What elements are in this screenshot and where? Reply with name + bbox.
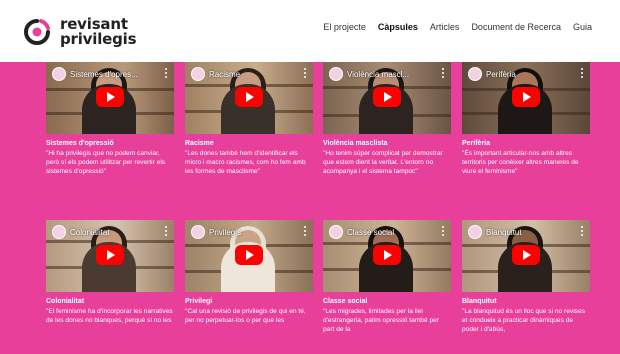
play-button-icon[interactable] bbox=[235, 245, 263, 265]
play-button-icon[interactable] bbox=[235, 87, 263, 107]
more-options-icon[interactable] bbox=[165, 226, 168, 236]
nav-link-guia[interactable]: Guia bbox=[573, 22, 592, 32]
video-thumbnail[interactable]: Racisme bbox=[185, 62, 313, 134]
site-header: revisant privilegis El projecte Càpsules… bbox=[0, 0, 620, 62]
capsule-quote: "Ho tenim súper complicat per demostrar … bbox=[323, 150, 443, 175]
nav-link-capsules[interactable]: Càpsules bbox=[378, 22, 418, 32]
channel-avatar-icon bbox=[191, 225, 205, 239]
capsule-title: Privilegi bbox=[185, 298, 213, 305]
video-title: Classe social bbox=[347, 228, 395, 237]
logo-text: revisant privilegis bbox=[60, 17, 137, 48]
nav-link-document-de-recerca[interactable]: Document de Recerca bbox=[471, 22, 561, 32]
play-button-icon[interactable] bbox=[512, 87, 540, 107]
capsule-quote: "És important articular-nos amb altres t… bbox=[462, 150, 579, 175]
video-title: Privilegis bbox=[209, 228, 242, 237]
play-button-icon[interactable] bbox=[96, 87, 124, 107]
channel-avatar-icon bbox=[468, 225, 482, 239]
video-thumbnail[interactable]: Classe social bbox=[323, 220, 451, 292]
more-options-icon[interactable] bbox=[304, 226, 307, 236]
more-options-icon[interactable] bbox=[165, 68, 168, 78]
capsule-quote: "Les migrades, limitades per la llei d'e… bbox=[323, 308, 439, 333]
more-options-icon[interactable] bbox=[442, 68, 445, 78]
more-options-icon[interactable] bbox=[581, 226, 584, 236]
play-button-icon[interactable] bbox=[512, 245, 540, 265]
video-thumbnail[interactable]: Blanquitut bbox=[462, 220, 590, 292]
nav-link-articles[interactable]: Articles bbox=[430, 22, 460, 32]
capsule-title: Colonialitat bbox=[46, 298, 85, 305]
channel-avatar-icon bbox=[329, 225, 343, 239]
nav-link-el-projecte[interactable]: El projecte bbox=[323, 22, 366, 32]
video-title: Violència mascl... bbox=[347, 70, 410, 79]
channel-avatar-icon bbox=[191, 67, 205, 81]
video-thumbnail[interactable]: Colonialitat bbox=[46, 220, 174, 292]
capsule-quote: "Hi ha privilegis que no podem canviar, … bbox=[46, 150, 166, 175]
channel-avatar-icon bbox=[52, 225, 66, 239]
play-button-icon[interactable] bbox=[96, 245, 124, 265]
capsule-title: Sistemes d'opressió bbox=[46, 140, 114, 147]
more-options-icon[interactable] bbox=[442, 226, 445, 236]
more-options-icon[interactable] bbox=[304, 68, 307, 78]
play-button-icon[interactable] bbox=[373, 87, 401, 107]
video-thumbnail[interactable]: Violència mascl... bbox=[323, 62, 451, 134]
video-title: Colonialitat bbox=[70, 228, 110, 237]
capsule-quote: "Cal una revisió de privilegis de qui en… bbox=[185, 308, 306, 324]
capsule-quote: "Les dones també hem d'identificar els m… bbox=[185, 150, 306, 175]
more-options-icon[interactable] bbox=[581, 68, 584, 78]
video-title: Racisme bbox=[209, 70, 241, 79]
capsule-title: Racisme bbox=[185, 140, 214, 147]
video-thumbnail[interactable]: Perifèria bbox=[462, 62, 590, 134]
video-title: Perifèria bbox=[486, 70, 516, 79]
video-title: Blanquitut bbox=[486, 228, 522, 237]
video-thumbnail[interactable]: Privilegis bbox=[185, 220, 313, 292]
channel-avatar-icon bbox=[329, 67, 343, 81]
capsule-title: Perifèria bbox=[462, 140, 491, 147]
site-logo[interactable]: revisant privilegis bbox=[22, 14, 137, 50]
logo-mark-icon bbox=[22, 17, 52, 47]
capsule-quote: "El feminisme ha d'incorporar les narrat… bbox=[46, 308, 173, 324]
channel-avatar-icon bbox=[468, 67, 482, 81]
video-thumbnail[interactable]: Sistemes d'opres... bbox=[46, 62, 174, 134]
channel-avatar-icon bbox=[52, 67, 66, 81]
video-title: Sistemes d'opres... bbox=[70, 70, 138, 79]
capsule-title: Classe social bbox=[323, 298, 368, 305]
capsule-title: Violència masclista bbox=[323, 140, 388, 147]
main-nav: El projecte Càpsules Articles Document d… bbox=[323, 22, 592, 32]
logo-line-2: privilegis bbox=[60, 30, 137, 48]
capsule-quote: "La blanquitud és un lloc que si no revi… bbox=[462, 308, 585, 333]
capsule-title: Blanquitut bbox=[462, 298, 497, 305]
play-button-icon[interactable] bbox=[373, 245, 401, 265]
